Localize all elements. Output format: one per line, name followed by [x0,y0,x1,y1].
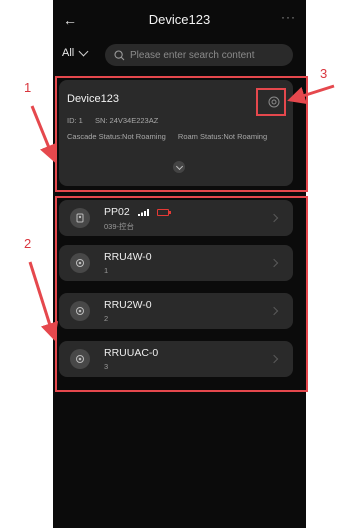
annotation-arrow-3 [287,84,335,105]
annotation-arrow-1 [30,105,57,163]
annotation-arrows [28,84,335,341]
annotation-arrow-2 [28,261,59,341]
